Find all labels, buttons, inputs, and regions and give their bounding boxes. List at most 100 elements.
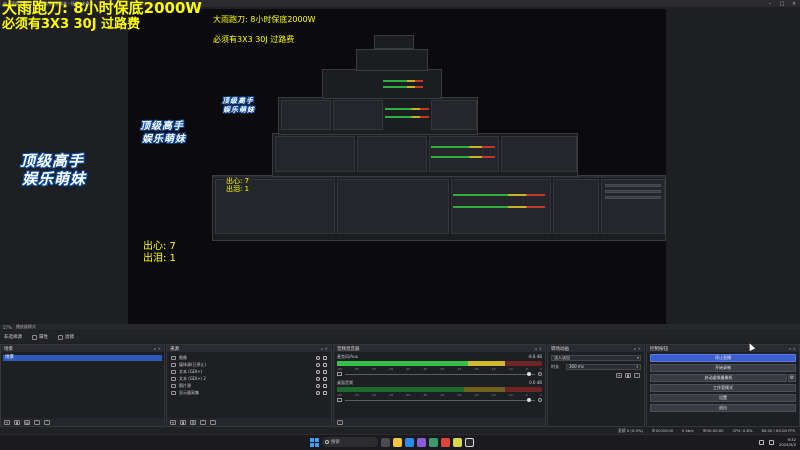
- meter-tick-label: -10: [507, 393, 513, 397]
- controls-dock: 控制按钮 ▫ × 停止直播 开始录制 启动虚拟摄像机 ⚙ 工作室模式 设置 退出: [646, 344, 800, 427]
- mixer-menu-button[interactable]: ⋮: [337, 419, 343, 425]
- remove-source-button[interactable]: ▮: [180, 419, 186, 425]
- taskbar-search[interactable]: 搜索: [322, 437, 378, 447]
- network-icon[interactable]: [758, 439, 764, 445]
- gear-icon[interactable]: [538, 398, 542, 402]
- transition-select[interactable]: 淡入淡出 ▾: [551, 355, 641, 361]
- mode-label: 播放器模式: [15, 324, 36, 329]
- meter-tick-label: -5: [524, 367, 528, 371]
- list-item[interactable]: 图片源: [167, 382, 331, 389]
- list-item[interactable]: 显示器采集: [167, 389, 331, 396]
- transition-menu-button[interactable]: ⋮: [634, 373, 640, 378]
- edge-browser-icon[interactable]: [405, 437, 414, 447]
- overlay-echo-line2: 必须有3X3 30J 过路费: [213, 35, 295, 44]
- list-item[interactable]: 图像: [167, 354, 331, 361]
- filters-button[interactable]: 滤镜: [58, 334, 74, 340]
- studio-mode-button[interactable]: 工作室模式: [650, 384, 796, 392]
- volume-icon[interactable]: [768, 439, 774, 445]
- volume-slider[interactable]: [337, 398, 542, 402]
- app-icon[interactable]: [453, 437, 462, 447]
- obs-taskbar-icon[interactable]: [465, 437, 474, 447]
- list-item[interactable]: 媒体源(已停止): [167, 361, 331, 368]
- gear-icon[interactable]: [538, 372, 542, 376]
- move-up-button[interactable]: ˄: [34, 419, 40, 425]
- scene-item[interactable]: 场景: [3, 355, 162, 361]
- dock-popout-icon[interactable]: ▫ ×: [535, 346, 542, 351]
- cpu-usage: CPU: 0.8%: [732, 428, 753, 433]
- app-icon[interactable]: [429, 437, 438, 447]
- duration-field[interactable]: 300 ms ⇕: [566, 364, 641, 370]
- eye-icon[interactable]: [316, 369, 320, 374]
- dock-popout-icon[interactable]: ▫ ×: [789, 346, 796, 351]
- preview-canvas[interactable]: [128, 9, 666, 324]
- meter-tick-label: -40: [405, 393, 411, 397]
- mixer-channel-desktop: 桌面音频 0.0 dB -60 -55 -50 -45 -40 -35 -30 -25 -20 -1…: [334, 378, 545, 404]
- list-item[interactable]: 文本 (GDI+) 2: [167, 375, 331, 382]
- meter-scale: -60 -55 -50 -45 -40 -35 -30 -25 -20 -15 -10 -5 0: [337, 393, 542, 397]
- virtual-camera-button[interactable]: 启动虚拟摄像机: [650, 374, 787, 382]
- scene-filters-button[interactable]: ▤: [24, 419, 30, 425]
- meter-tick-label: -10: [507, 367, 513, 371]
- move-down-button[interactable]: ˅: [210, 419, 216, 425]
- volume-slider[interactable]: [337, 372, 542, 376]
- close-icon[interactable]: ×: [788, 1, 800, 7]
- move-down-button[interactable]: ˅: [44, 419, 50, 425]
- dock-popout-icon[interactable]: ▫ ×: [321, 346, 328, 351]
- taskbar-clock[interactable]: 9:32 2025/5/2: [779, 437, 796, 447]
- chevron-down-icon: ▾: [636, 355, 639, 360]
- stepper-icon[interactable]: ⇕: [636, 365, 639, 369]
- dock-popout-icon[interactable]: ▫ ×: [154, 346, 161, 351]
- lock-icon[interactable]: [323, 390, 327, 395]
- eye-icon[interactable]: [316, 362, 320, 367]
- settings-button[interactable]: 设置: [650, 394, 796, 402]
- volume-meter: [337, 361, 542, 366]
- add-scene-button[interactable]: +: [4, 419, 10, 425]
- lock-icon[interactable]: [323, 355, 327, 360]
- lock-icon[interactable]: [323, 383, 327, 388]
- app-icon[interactable]: [417, 437, 426, 447]
- meter-tick-label: -20: [473, 393, 479, 397]
- eye-icon[interactable]: [316, 376, 320, 381]
- scenes-footer: + ▮ ▤ ˄ ˅: [1, 418, 164, 426]
- speaker-icon[interactable]: [337, 398, 342, 402]
- add-source-button[interactable]: +: [170, 419, 176, 425]
- remove-transition-button[interactable]: ▮: [625, 373, 631, 378]
- transitions-dock: 转场动画 ▫ × 淡入淡出 ▾ 时长 300 ms ⇕ + ▮ ⋮: [547, 344, 645, 427]
- list-item[interactable]: 文本 (GDI+): [167, 368, 331, 375]
- meter-tick-label: 0: [540, 393, 542, 397]
- image-icon: [171, 355, 176, 360]
- maximize-icon[interactable]: □: [776, 1, 788, 7]
- minimize-icon[interactable]: –: [764, 1, 776, 7]
- lock-icon[interactable]: [323, 362, 327, 367]
- slider-knob[interactable]: [527, 398, 532, 402]
- add-transition-button[interactable]: +: [616, 373, 622, 378]
- remove-scene-button[interactable]: ▮: [14, 419, 20, 425]
- dock-popout-icon[interactable]: ▫ ×: [634, 346, 641, 351]
- slider-knob[interactable]: [527, 372, 532, 376]
- meter-tick-label: -30: [439, 393, 445, 397]
- mixer-dock-header: 音频混音器 ▫ ×: [334, 345, 545, 352]
- app-icon[interactable]: [441, 437, 450, 447]
- gear-icon: [32, 334, 37, 340]
- speaker-icon[interactable]: [337, 372, 342, 376]
- eye-icon[interactable]: [316, 390, 320, 395]
- eye-icon[interactable]: [316, 383, 320, 388]
- properties-button[interactable]: 属性: [32, 334, 48, 340]
- file-explorer-icon[interactable]: [393, 437, 402, 447]
- lock-icon[interactable]: [323, 369, 327, 374]
- lock-icon[interactable]: [323, 376, 327, 381]
- source-properties-button[interactable]: ⚙: [190, 419, 196, 425]
- windows-start-icon[interactable]: [310, 437, 319, 447]
- eye-icon[interactable]: [316, 355, 320, 360]
- exit-button[interactable]: 退出: [650, 404, 796, 412]
- gear-icon[interactable]: ⚙: [788, 374, 796, 382]
- move-up-button[interactable]: ˄: [200, 419, 206, 425]
- meter-tick-label: -35: [422, 367, 428, 371]
- record-button[interactable]: 开始录制: [650, 364, 796, 372]
- overlay-stat-lei: 出泪: 1: [143, 253, 176, 264]
- meter-tick-label: -45: [388, 367, 394, 371]
- duration-label: 时长: [551, 364, 559, 369]
- stream-button[interactable]: 停止直播: [650, 354, 796, 362]
- meter-tick-label: -25: [456, 367, 462, 371]
- task-view-icon[interactable]: [381, 437, 390, 447]
